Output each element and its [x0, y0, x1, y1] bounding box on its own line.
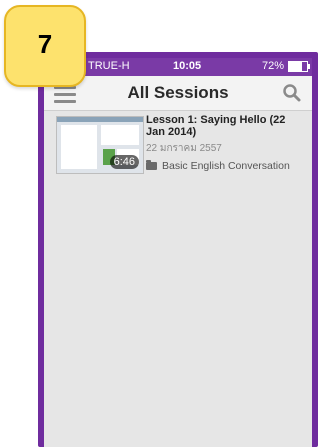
navigation-bar: All Sessions — [44, 76, 312, 111]
session-date: 22 มกราคม 2557 — [146, 143, 222, 154]
session-title: Lesson 1: Saying Hello (22 Jan 2014) — [146, 114, 286, 138]
session-folder: Basic English Conversation — [146, 160, 306, 172]
battery-indicator: 72% — [261, 60, 310, 72]
carrier-label: TRUE-H — [88, 60, 130, 72]
search-icon[interactable] — [282, 83, 302, 103]
app-screen: TRUE-H 10:05 72% All Sessions 6:46 Lesso… — [44, 58, 312, 447]
session-info: Lesson 1: Saying Hello (22 Jan 2014) 22 … — [146, 114, 306, 172]
session-thumbnail: 6:46 — [56, 116, 144, 174]
session-item[interactable]: 6:46 Lesson 1: Saying Hello (22 Jan 2014… — [44, 111, 312, 181]
battery-icon — [288, 60, 310, 72]
step-number-badge: 7 — [4, 5, 86, 87]
clock: 10:05 — [173, 60, 202, 72]
sessions-list: 6:46 Lesson 1: Saying Hello (22 Jan 2014… — [44, 111, 312, 181]
folder-icon — [146, 160, 157, 170]
battery-percent: 72% — [261, 60, 284, 72]
step-number: 7 — [37, 29, 53, 59]
folder-name: Basic English Conversation — [162, 160, 290, 172]
duration-badge: 6:46 — [109, 155, 139, 169]
page-title: All Sessions — [127, 83, 229, 102]
